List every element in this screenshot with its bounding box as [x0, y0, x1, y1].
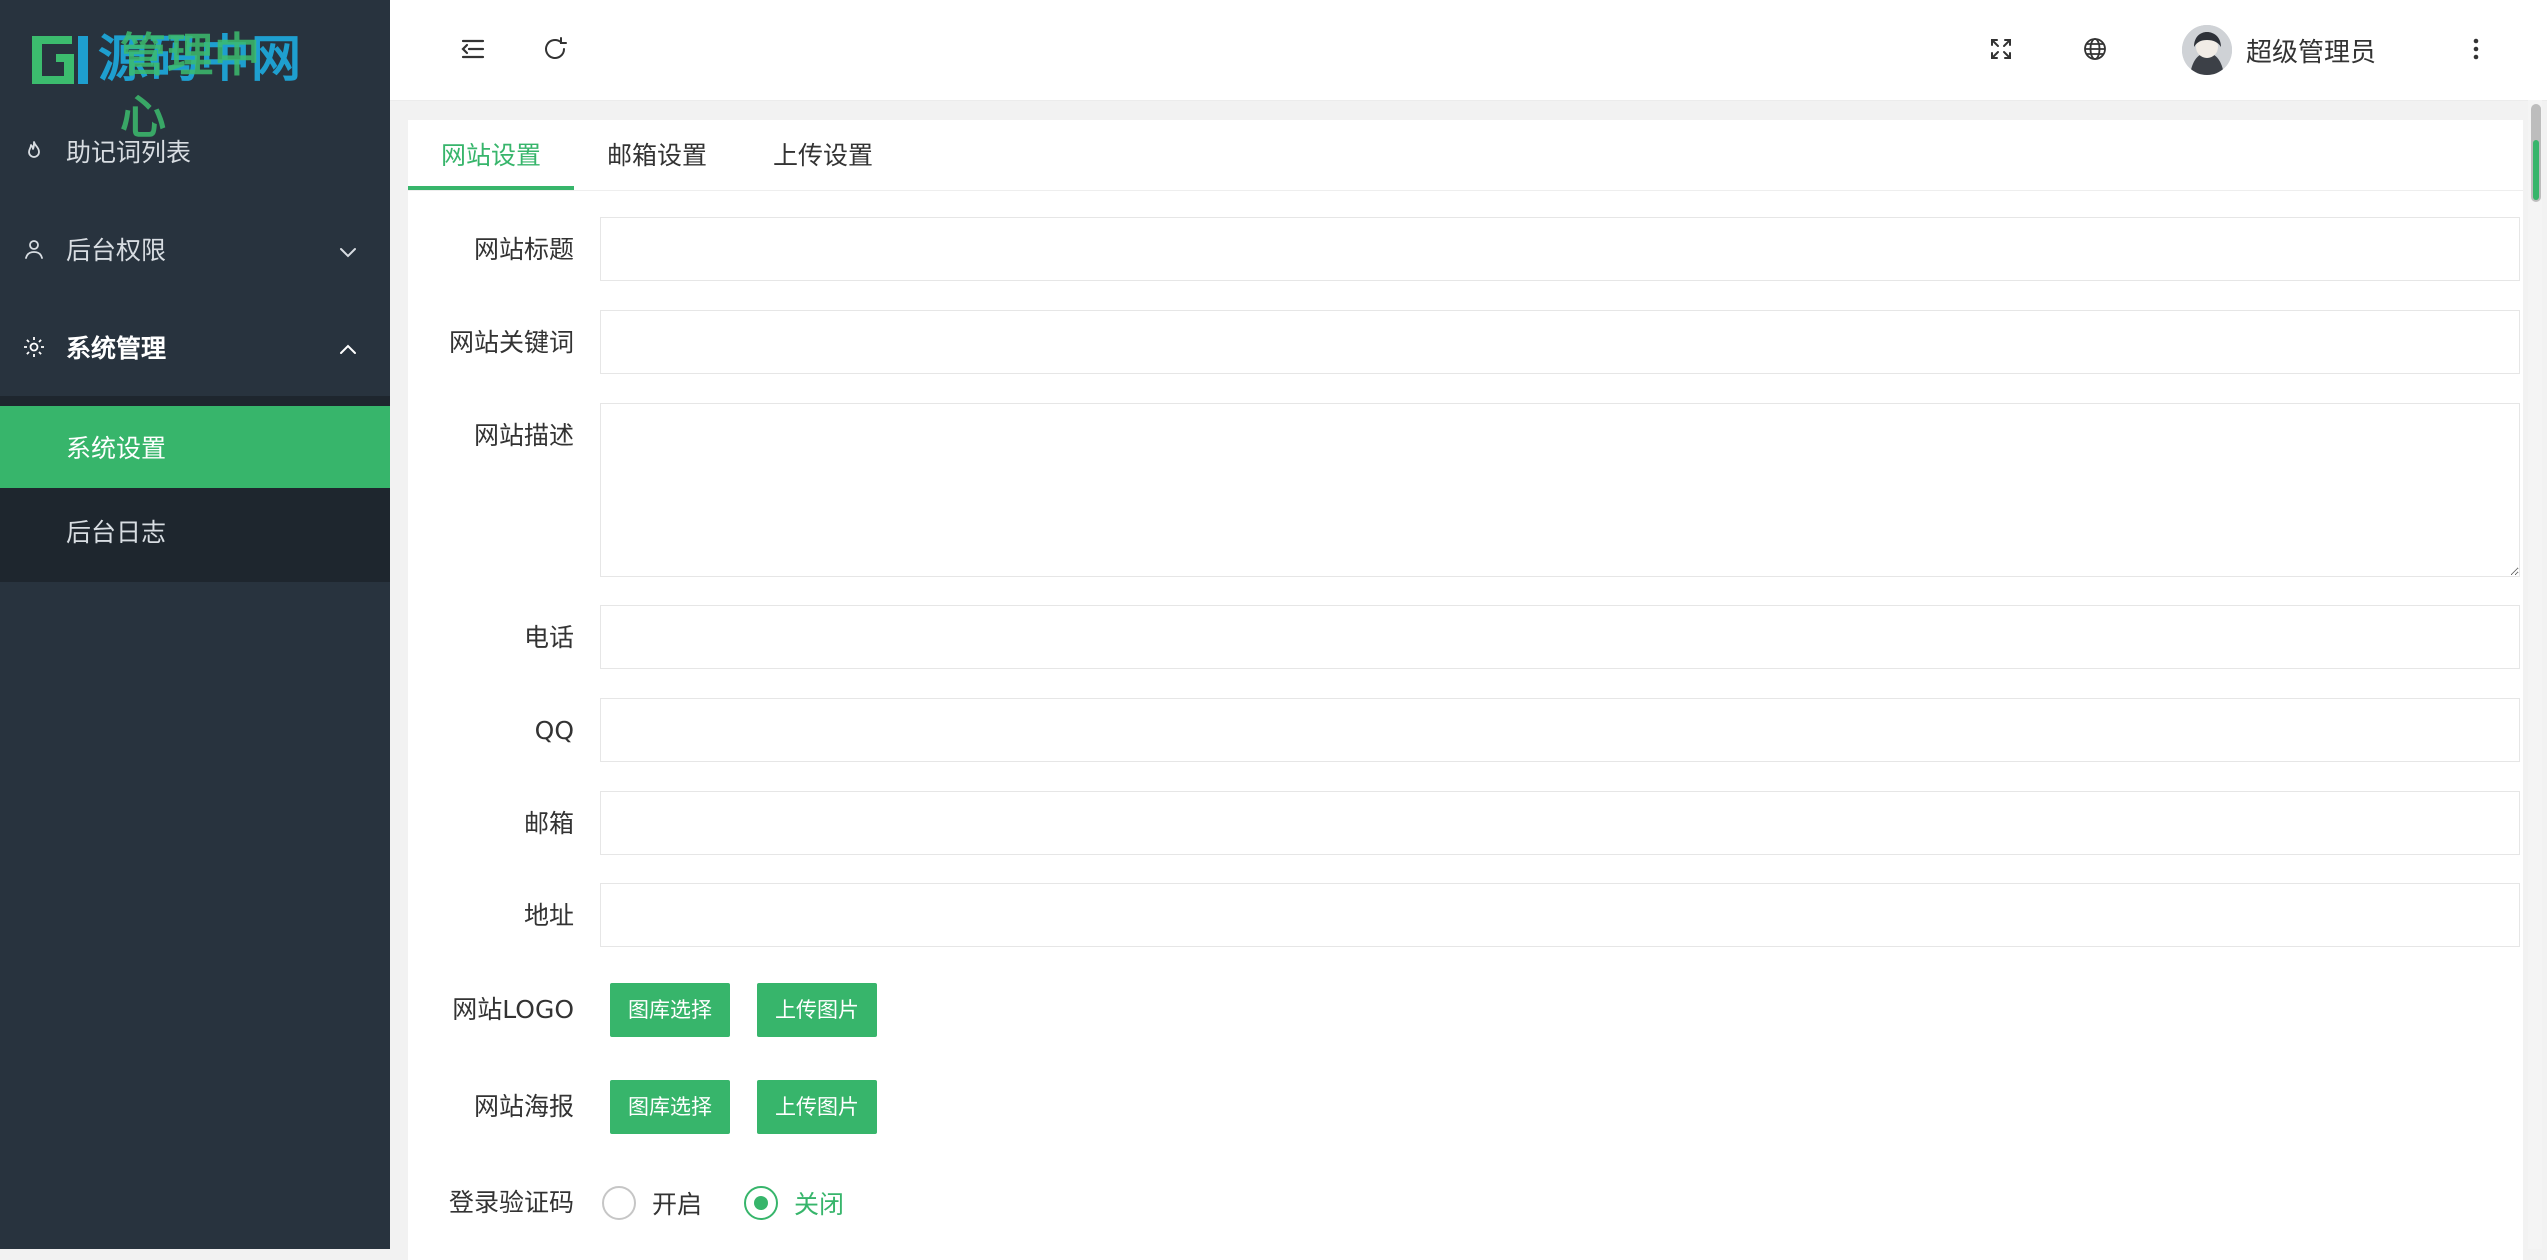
scroll-progress-indicator	[2533, 140, 2539, 200]
logo-gallery-button[interactable]: 图库选择	[610, 983, 730, 1037]
radio-label: 开启	[652, 1190, 703, 1219]
sidebar-item-system-settings[interactable]: 系统设置	[0, 406, 390, 488]
tab-email-settings[interactable]: 邮箱设置	[574, 120, 740, 190]
logo-text: 源码中网 管理中心	[98, 28, 302, 144]
site-keywords-label: 网站关键词	[448, 328, 574, 357]
site-poster-label: 网站海报	[473, 1092, 574, 1121]
fullscreen-icon[interactable]	[1988, 36, 2014, 62]
captcha-radio-on[interactable]: 开启	[602, 1183, 702, 1223]
qq-label: QQ	[534, 716, 574, 745]
email-label: 邮箱	[523, 809, 574, 838]
site-keywords-input[interactable]	[600, 310, 2520, 374]
captcha-radio-off[interactable]: 关闭	[744, 1183, 844, 1223]
flame-icon	[22, 139, 46, 163]
tab-bar: 网站设置 邮箱设置 上传设置	[408, 120, 2523, 191]
logo[interactable]: 源码中网 管理中心	[28, 28, 302, 144]
tab-active-indicator	[408, 186, 574, 190]
sidebar-item-label: 系统管理	[66, 334, 167, 363]
menu-fold-icon[interactable]	[458, 34, 488, 64]
tab-site-settings[interactable]: 网站设置	[408, 120, 574, 190]
address-label: 地址	[523, 901, 574, 930]
sidebar-item-mnemonic-list[interactable]: 助记词列表	[0, 102, 390, 200]
email-input[interactable]	[600, 791, 2520, 855]
phone-label: 电话	[523, 623, 574, 652]
sidebar-item-system-management[interactable]: 系统管理	[0, 298, 390, 396]
radio-circle	[602, 1186, 636, 1220]
sidebar-item-label: 助记词列表	[66, 138, 192, 167]
poster-gallery-button[interactable]: 图库选择	[610, 1080, 730, 1134]
logo-upload-button[interactable]: 上传图片	[757, 983, 877, 1037]
logo-mark-icon	[28, 30, 92, 88]
tab-upload-settings[interactable]: 上传设置	[740, 120, 906, 190]
login-captcha-label: 登录验证码	[448, 1188, 574, 1217]
sidebar-item-label: 后台权限	[66, 236, 167, 265]
refresh-icon[interactable]	[540, 34, 570, 64]
more-vertical-icon[interactable]	[2466, 34, 2486, 64]
sidebar-item-admin-logs[interactable]: 后台日志	[0, 490, 390, 572]
radio-label: 关闭	[794, 1190, 845, 1219]
user-name: 超级管理员	[2246, 37, 2377, 68]
globe-icon[interactable]	[2082, 36, 2108, 62]
top-header: 超级管理员	[390, 0, 2547, 101]
sidebar-item-label: 系统设置	[66, 434, 167, 463]
user-menu[interactable]: 超级管理员	[2182, 24, 2376, 76]
chevron-up-icon	[338, 337, 358, 357]
settings-panel: 网站设置 邮箱设置 上传设置 网站标题 网站关键词 网站描述 电话 QQ 邮箱 …	[408, 120, 2523, 1260]
page-scrollbar[interactable]	[2528, 100, 2542, 1249]
user-icon	[22, 237, 46, 261]
site-title-label: 网站标题	[473, 235, 574, 264]
site-description-textarea[interactable]	[600, 403, 2520, 577]
submenu-system-management: 系统设置 后台日志	[0, 396, 390, 582]
chevron-down-icon	[338, 239, 358, 259]
address-input[interactable]	[600, 883, 2520, 947]
site-title-input[interactable]	[600, 217, 2520, 281]
sidebar: 源码中网 管理中心 助记词列表 后台权限 系统管理 系统设置 后台日志	[0, 0, 390, 1249]
site-logo-label: 网站LOGO	[452, 995, 574, 1024]
poster-upload-button[interactable]: 上传图片	[757, 1080, 877, 1134]
phone-input[interactable]	[600, 605, 2520, 669]
sidebar-item-label: 后台日志	[66, 518, 167, 547]
qq-input[interactable]	[600, 698, 2520, 762]
sidebar-item-admin-permissions[interactable]: 后台权限	[0, 200, 390, 298]
avatar	[2182, 25, 2232, 75]
radio-circle	[744, 1186, 778, 1220]
gear-icon	[22, 335, 46, 359]
site-description-label: 网站描述	[473, 421, 574, 450]
